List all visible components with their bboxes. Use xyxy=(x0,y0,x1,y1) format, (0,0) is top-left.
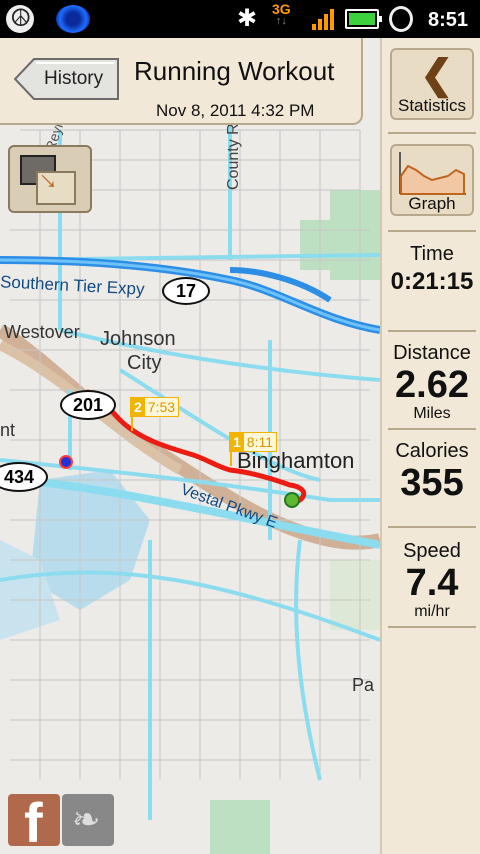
bluetooth-icon: ✱ xyxy=(237,5,258,32)
graph-button[interactable]: Graph xyxy=(390,144,474,216)
alarm-icon xyxy=(389,6,413,32)
metric-calories: Calories 355 xyxy=(382,440,480,503)
twitter-share-button[interactable]: ❧ xyxy=(62,794,114,846)
network-3g-icon: 3G ↑↓ xyxy=(272,1,291,27)
divider xyxy=(388,526,476,528)
map-label-city: City xyxy=(127,352,162,374)
route-shield-201: 201 xyxy=(60,390,116,420)
time-value: 0:21:15 xyxy=(390,268,474,295)
divider xyxy=(388,428,476,430)
facebook-icon: f xyxy=(24,791,43,854)
history-back-label: History xyxy=(44,68,104,89)
distance-unit: Miles xyxy=(413,405,451,422)
divider xyxy=(388,230,476,232)
map-label-nt: nt xyxy=(0,420,16,440)
peace-icon xyxy=(6,4,34,33)
stats-panel: ❮ Statistics Graph Time 0:21:15 Distance… xyxy=(380,38,480,854)
page-title: Running Workout xyxy=(134,56,335,86)
graph-label: Graph xyxy=(408,194,456,213)
metric-distance: Distance 2.62 Miles xyxy=(382,342,480,423)
graph-icon xyxy=(399,152,466,195)
speed-unit: mi/hr xyxy=(414,603,450,620)
workout-datetime: Nov 8, 2011 4:32 PM xyxy=(156,101,315,120)
battery-icon xyxy=(345,9,382,29)
split-number: 1 xyxy=(230,433,244,451)
map-label-county: County R xyxy=(225,123,242,190)
statistics-label: Statistics xyxy=(397,96,467,115)
split-number: 2 xyxy=(131,398,145,416)
map-layer-toggle-button[interactable]: → xyxy=(8,145,92,213)
calories-value: 355 xyxy=(400,462,464,504)
distance-label: Distance xyxy=(393,342,471,364)
start-marker xyxy=(59,455,73,469)
distance-value: 2.62 xyxy=(395,364,469,406)
map-label-pa: Pa xyxy=(352,675,375,695)
split-time: 7:53 xyxy=(147,399,176,415)
divider xyxy=(388,626,476,628)
speed-label: Speed xyxy=(403,540,461,562)
status-time: 8:51 xyxy=(428,9,469,31)
split-marker-2[interactable]: 2 7:53 xyxy=(130,397,180,417)
split-marker-stem xyxy=(230,452,232,466)
split-marker-1[interactable]: 1 8:11 xyxy=(229,432,278,452)
signal-icon xyxy=(312,8,334,30)
end-marker xyxy=(284,492,300,508)
metric-time: Time 0:21:15 xyxy=(382,243,480,296)
speed-value: 7.4 xyxy=(405,562,459,604)
divider xyxy=(388,330,476,332)
metric-speed: Speed 7.4 mi/hr xyxy=(382,540,480,621)
time-label: Time xyxy=(410,243,454,265)
statistics-button[interactable]: ❮ Statistics xyxy=(390,48,474,120)
status-bar: ✱ 3G↑↓ 8:51 xyxy=(0,0,480,38)
chevron-left-icon: ❮ xyxy=(420,53,454,97)
map-label-johnson: Johnson xyxy=(100,328,176,350)
twitter-icon: ❧ xyxy=(72,801,101,839)
route-shield-17: 17 xyxy=(162,277,210,305)
calories-label: Calories xyxy=(395,440,469,462)
vpn-globe-icon xyxy=(56,5,90,33)
history-back-button[interactable]: History xyxy=(14,58,120,100)
park-area xyxy=(210,800,270,854)
map-label-westover: Westover xyxy=(4,322,80,342)
facebook-share-button[interactable]: f xyxy=(8,791,60,854)
split-time: 8:11 xyxy=(246,434,274,450)
divider xyxy=(388,132,476,134)
workout-header: History Running Workout Nov 8, 2011 4:32… xyxy=(0,38,363,125)
park-area xyxy=(330,560,380,630)
split-marker-stem xyxy=(131,417,133,431)
